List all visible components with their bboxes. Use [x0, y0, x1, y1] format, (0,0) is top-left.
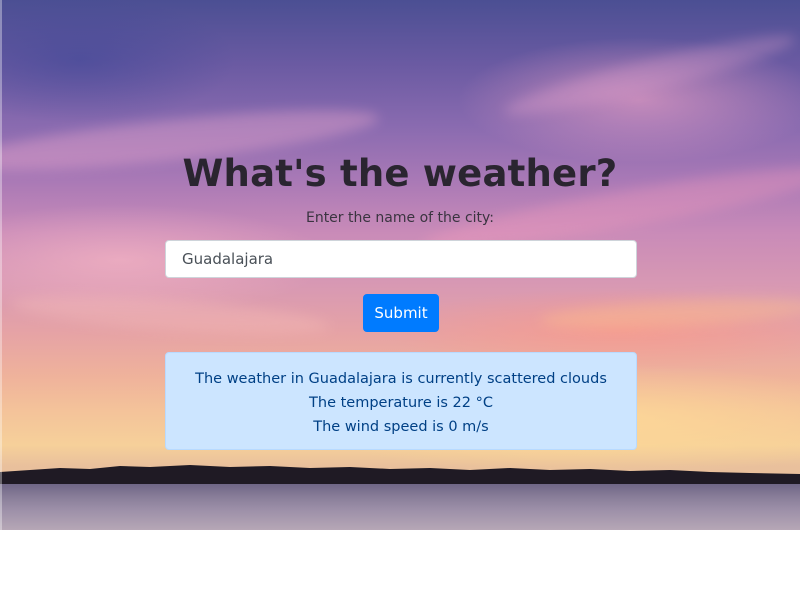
temperature-text: The temperature is 22 °C	[309, 395, 493, 411]
weather-form-container: What's the weather? Enter the name of th…	[0, 0, 800, 530]
page-title: What's the weather?	[182, 152, 618, 195]
city-input[interactable]	[165, 240, 637, 278]
weather-result-alert: The weather in Guadalajara is currently …	[165, 352, 637, 450]
weather-description: The weather in Guadalajara is currently …	[195, 371, 607, 387]
wind-speed-text: The wind speed is 0 m/s	[313, 419, 489, 435]
submit-button[interactable]: Submit	[363, 294, 439, 332]
city-prompt-label: Enter the name of the city:	[305, 210, 495, 226]
